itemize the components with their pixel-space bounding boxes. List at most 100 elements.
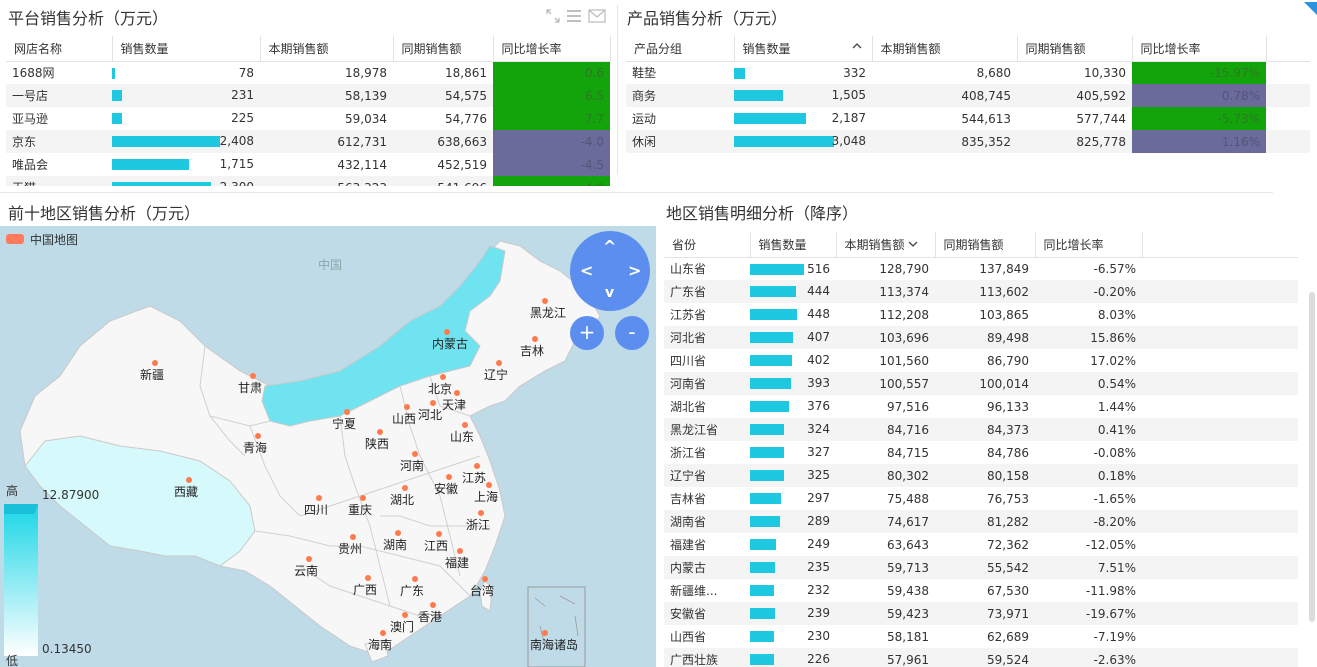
table-row[interactable]: 河南省 393 100,557 100,014 0.54% bbox=[664, 372, 1298, 395]
col-header-prev-sales[interactable]: 同期销售额 bbox=[1017, 36, 1133, 62]
table-row[interactable]: 湖北省 376 97,516 96,133 1.44% bbox=[664, 395, 1298, 418]
table-row[interactable]: 亚马逊 225 59,034 54,776 7.7 bbox=[6, 107, 610, 130]
region-scrollbar[interactable] bbox=[1309, 292, 1315, 622]
sort-up-icon[interactable] bbox=[852, 40, 862, 54]
map-legend-label[interactable]: 中国地图 bbox=[30, 231, 78, 248]
province-label[interactable]: 北京 bbox=[428, 380, 452, 397]
province-label[interactable]: 江苏 bbox=[462, 469, 486, 486]
table-row[interactable]: 吉林省 297 75,488 76,753 -1.65% bbox=[664, 487, 1298, 510]
table-row[interactable]: 江苏省 448 112,208 103,865 8.03% bbox=[664, 303, 1298, 326]
table-row[interactable]: 鞋垫 332 8,680 10,330 -15.97% bbox=[626, 61, 1310, 84]
col-header-qty[interactable]: 销售数量 bbox=[750, 232, 837, 258]
province-label[interactable]: 内蒙古 bbox=[432, 335, 468, 352]
province-label[interactable]: 甘肃 bbox=[238, 379, 262, 396]
province-label[interactable]: 青海 bbox=[243, 439, 267, 456]
pan-up-button[interactable]: ^ bbox=[603, 237, 616, 256]
table-row[interactable]: 1688网 78 18,978 18,861 0.6 bbox=[6, 61, 610, 84]
province-label[interactable]: 浙江 bbox=[466, 516, 490, 533]
province-label[interactable]: 山东 bbox=[450, 428, 474, 445]
china-map[interactable]: 中国地图 中国 黑龙江 吉林 辽宁 内蒙古 新疆 甘肃 宁夏 青海 西藏 北京 天津 河北 山西 山东 陕西… bbox=[0, 226, 656, 667]
zoom-in-button[interactable]: + bbox=[570, 316, 604, 350]
table-row[interactable]: 京东 2,408 612,731 638,663 -4.0 bbox=[6, 130, 610, 153]
col-header-shop[interactable]: 网店名称 bbox=[6, 36, 113, 62]
product-table-wrap[interactable]: 产品分组 销售数量 本期销售额 同期销售额 同比增长率 鞋垫 332 8,680 10… bbox=[620, 36, 1310, 156]
province-label[interactable]: 澳门 bbox=[390, 618, 414, 635]
table-row[interactable]: 内蒙古 235 59,713 55,542 7.51% bbox=[664, 556, 1298, 579]
row-prev-sales: 59,524 bbox=[935, 648, 1035, 667]
table-row[interactable]: 湖南省 289 74,617 81,282 -8.20% bbox=[664, 510, 1298, 533]
platform-table-wrap[interactable]: 网店名称 销售数量 本期销售额 同期销售额 同比增长率 1688网 78 18,97… bbox=[0, 36, 612, 186]
province-label[interactable]: 宁夏 bbox=[332, 415, 356, 432]
table-row[interactable]: 广西壮族 226 57,961 59,524 -2.63% bbox=[664, 648, 1298, 667]
col-header-qty[interactable]: 销售数量 bbox=[112, 36, 261, 62]
row-growth-rate: -11.98% bbox=[1085, 583, 1136, 598]
province-label[interactable]: 安徽 bbox=[434, 480, 458, 497]
map-pan-control[interactable]: ^ v < > bbox=[570, 231, 650, 311]
province-label[interactable]: 河南 bbox=[400, 457, 424, 474]
province-label[interactable]: 西藏 bbox=[174, 483, 198, 500]
table-row[interactable]: 新疆维... 232 59,438 67,530 -11.98% bbox=[664, 579, 1298, 602]
pan-down-button[interactable]: v bbox=[605, 285, 614, 301]
province-label[interactable]: 天津 bbox=[442, 396, 466, 413]
expand-icon[interactable] bbox=[546, 8, 560, 23]
col-header-product-group[interactable]: 产品分组 bbox=[626, 36, 735, 62]
province-label[interactable]: 山西 bbox=[392, 410, 416, 427]
col-header-growth[interactable]: 同比增长率 bbox=[493, 36, 611, 62]
province-label[interactable]: 海南 bbox=[368, 636, 392, 653]
province-label[interactable]: 陕西 bbox=[365, 435, 389, 452]
province-label[interactable]: 南海诸岛 bbox=[530, 636, 578, 653]
table-row[interactable]: 福建省 249 63,643 72,362 -12.05% bbox=[664, 533, 1298, 556]
table-row[interactable]: 天猫 2,300 563,323541,6964.0 bbox=[6, 176, 610, 186]
table-row[interactable]: 唯品会 1,715 432,114 452,519 -4.5 bbox=[6, 153, 610, 176]
table-row[interactable]: 运动 2,187 544,613 577,744 -5.73% bbox=[626, 107, 1310, 130]
pan-right-button[interactable]: > bbox=[628, 261, 641, 280]
province-label[interactable]: 辽宁 bbox=[484, 366, 508, 383]
col-header-prev-sales[interactable]: 同期销售额 bbox=[935, 232, 1036, 258]
table-row[interactable]: 山东省 516 128,790 137,849 -6.57% bbox=[664, 257, 1298, 280]
table-row[interactable]: 黑龙江省 324 84,716 84,373 0.41% bbox=[664, 418, 1298, 441]
province-label[interactable]: 重庆 bbox=[348, 501, 372, 518]
mail-icon[interactable] bbox=[588, 8, 606, 23]
province-label[interactable]: 福建 bbox=[445, 554, 469, 571]
pan-left-button[interactable]: < bbox=[580, 261, 593, 280]
table-row[interactable]: 一号店 231 58,139 54,575 6.5 bbox=[6, 84, 610, 107]
province-label[interactable]: 河北 bbox=[418, 406, 442, 423]
sort-down-icon[interactable] bbox=[908, 238, 918, 252]
col-header-qty[interactable]: 销售数量 bbox=[734, 36, 873, 62]
province-label[interactable]: 新疆 bbox=[140, 366, 164, 383]
table-row[interactable]: 商务 1,505 408,745 405,592 0.78% bbox=[626, 84, 1310, 107]
region-table-wrap[interactable]: 省份 销售数量 本期销售额 同期销售额 同比增长率 山东省 516 128,790 1… bbox=[662, 232, 1307, 667]
table-row[interactable]: 休闲 3,048 835,352 825,778 1.16% bbox=[626, 130, 1310, 153]
col-header-growth[interactable]: 同比增长率 bbox=[1035, 232, 1143, 258]
table-row[interactable]: 广东省 444 113,374 113,602 -0.20% bbox=[664, 280, 1298, 303]
province-label[interactable]: 湖南 bbox=[383, 536, 407, 553]
table-row[interactable]: 四川省 402 101,560 86,790 17.02% bbox=[664, 349, 1298, 372]
province-label[interactable]: 广东 bbox=[400, 582, 424, 599]
row-growth-rate: -5.73% bbox=[1132, 107, 1266, 130]
province-label[interactable]: 黑龙江 bbox=[530, 304, 566, 321]
province-label[interactable]: 台湾 bbox=[470, 582, 494, 599]
table-row[interactable]: 河北省 407 103,696 89,498 15.86% bbox=[664, 326, 1298, 349]
province-label[interactable]: 香港 bbox=[418, 608, 442, 625]
province-label[interactable]: 上海 bbox=[474, 488, 498, 505]
col-header-prev-sales[interactable]: 同期销售额 bbox=[393, 36, 494, 62]
province-label[interactable]: 四川 bbox=[304, 501, 328, 518]
map-color-scale[interactable] bbox=[4, 504, 38, 656]
province-label[interactable]: 云南 bbox=[294, 562, 318, 579]
province-label[interactable]: 贵州 bbox=[338, 540, 362, 557]
province-label[interactable]: 江西 bbox=[424, 537, 448, 554]
col-header-current-sales[interactable]: 本期销售额 bbox=[260, 36, 394, 62]
col-header-growth[interactable]: 同比增长率 bbox=[1132, 36, 1267, 62]
table-row[interactable]: 山西省 230 58,181 62,689 -7.19% bbox=[664, 625, 1298, 648]
table-row[interactable]: 浙江省 327 84,715 84,786 -0.08% bbox=[664, 441, 1298, 464]
province-label[interactable]: 湖北 bbox=[390, 491, 414, 508]
province-label[interactable]: 吉林 bbox=[520, 342, 544, 359]
col-header-current-sales[interactable]: 本期销售额 bbox=[836, 232, 936, 258]
table-row[interactable]: 辽宁省 325 80,302 80,158 0.18% bbox=[664, 464, 1298, 487]
province-label[interactable]: 广西 bbox=[353, 581, 377, 598]
menu-icon[interactable] bbox=[566, 8, 582, 22]
col-header-current-sales[interactable]: 本期销售额 bbox=[872, 36, 1018, 62]
zoom-out-button[interactable]: - bbox=[615, 316, 649, 350]
table-row[interactable]: 安徽省 239 59,423 73,971 -19.67% bbox=[664, 602, 1298, 625]
col-header-province[interactable]: 省份 bbox=[664, 232, 751, 258]
